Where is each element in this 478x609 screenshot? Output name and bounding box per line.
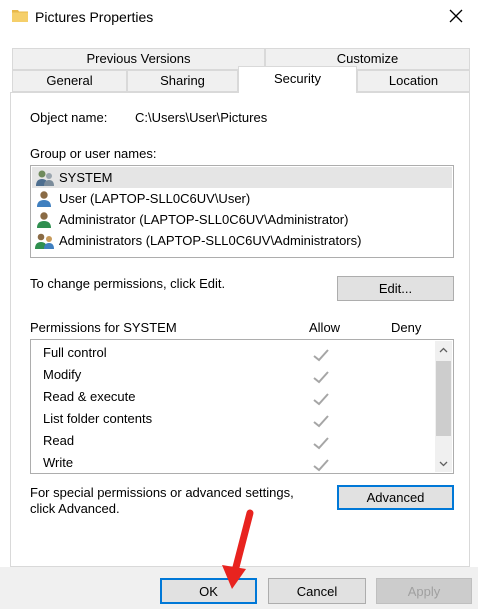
user-list-item[interactable]: User (LAPTOP-SLL0C6UV\User) — [32, 188, 452, 209]
cancel-button[interactable]: Cancel — [268, 578, 366, 604]
group-icon — [35, 233, 54, 249]
permission-name: Read & execute — [43, 389, 136, 404]
tab-label: Customize — [336, 51, 399, 66]
allow-checkmark-icon — [313, 349, 329, 362]
user-list[interactable]: SYSTEM User (LAPTOP-SLL0C6UV\User) Admin… — [30, 165, 454, 258]
cancel-button-label: Cancel — [296, 583, 338, 599]
permission-row: List folder contents — [43, 411, 152, 433]
edit-button[interactable]: Edit... — [337, 276, 454, 301]
tab-general[interactable]: General — [12, 70, 127, 92]
object-name-value: C:\Users\User\Pictures — [135, 110, 268, 125]
permission-name: List folder contents — [43, 411, 153, 426]
tab-location[interactable]: Location — [357, 70, 470, 92]
folder-icon — [12, 8, 28, 22]
permissions-label: Permissions for SYSTEM — [30, 320, 177, 335]
properties-dialog: Pictures Properties Previous Versions Cu… — [0, 0, 478, 609]
permission-row: Write — [43, 455, 73, 477]
user-list-item[interactable]: Administrator (LAPTOP-SLL0C6UV\Administr… — [32, 209, 452, 230]
ok-button[interactable]: OK — [160, 578, 257, 604]
tab-security[interactable]: Security — [238, 66, 357, 93]
chevron-down-icon — [439, 461, 448, 466]
allow-checkmark-icon — [313, 437, 329, 450]
close-button[interactable] — [444, 4, 468, 28]
user-name: Administrators (LAPTOP-SLL0C6UV\Administ… — [59, 233, 362, 248]
user-name: SYSTEM — [59, 170, 113, 185]
ok-button-label: OK — [199, 583, 218, 599]
window-title: Pictures Properties — [35, 9, 154, 25]
system-user-icon — [36, 170, 54, 186]
allow-checkmark-icon — [313, 371, 329, 384]
user-name: Administrator (LAPTOP-SLL0C6UV\Administr… — [59, 212, 349, 227]
apply-button-label: Apply — [407, 583, 441, 599]
change-permissions-text: To change permissions, click Edit. — [30, 276, 226, 291]
permissions-list[interactable]: Full control Modify Read & execute List … — [30, 339, 454, 474]
permissions-scrollbar[interactable] — [435, 341, 452, 472]
edit-button-label: Edit... — [378, 281, 413, 296]
title-bar[interactable]: Pictures Properties — [0, 0, 478, 34]
close-icon — [449, 9, 463, 23]
tab-label: Location — [388, 73, 439, 88]
special-permissions-text: For special permissions or advanced sett… — [30, 485, 294, 500]
permission-name: Modify — [43, 367, 82, 382]
deny-header: Deny — [391, 320, 422, 335]
object-name-label: Object name: — [30, 110, 108, 125]
security-panel: Object name: C:\Users\User\Pictures Grou… — [10, 92, 470, 567]
tab-label: Previous Versions — [86, 51, 191, 66]
scroll-thumb[interactable] — [436, 361, 451, 436]
user-icon — [37, 190, 51, 207]
user-list-item[interactable]: SYSTEM — [32, 167, 452, 188]
permission-name: Write — [43, 455, 74, 470]
group-label: Group or user names: — [30, 146, 157, 161]
permission-row: Full control — [43, 345, 107, 367]
advanced-button-label: Advanced — [366, 490, 425, 505]
permission-row: Read & execute — [43, 389, 136, 411]
permission-row: Modify — [43, 367, 81, 389]
tab-label: Security — [274, 71, 321, 86]
user-icon — [37, 211, 51, 228]
permission-name: Full control — [43, 345, 107, 360]
special-permissions-text-2: click Advanced. — [30, 501, 120, 516]
tab-previous-versions[interactable]: Previous Versions — [12, 48, 265, 70]
user-name: User (LAPTOP-SLL0C6UV\User) — [59, 191, 251, 206]
scroll-down-arrow[interactable] — [435, 455, 452, 472]
tab-label: General — [46, 73, 93, 88]
allow-checkmark-icon — [313, 393, 329, 406]
chevron-up-icon — [439, 347, 448, 352]
tab-label: Sharing — [160, 73, 205, 88]
advanced-button[interactable]: Advanced — [337, 485, 454, 510]
apply-button[interactable]: Apply — [376, 578, 472, 604]
permission-row: Read — [43, 433, 74, 455]
tab-sharing[interactable]: Sharing — [127, 70, 238, 92]
scroll-up-arrow[interactable] — [435, 341, 452, 358]
allow-header: Allow — [309, 320, 341, 335]
allow-checkmark-icon — [313, 459, 329, 472]
permission-name: Read — [43, 433, 75, 448]
user-list-item[interactable]: Administrators (LAPTOP-SLL0C6UV\Administ… — [32, 230, 452, 251]
allow-checkmark-icon — [313, 415, 329, 428]
